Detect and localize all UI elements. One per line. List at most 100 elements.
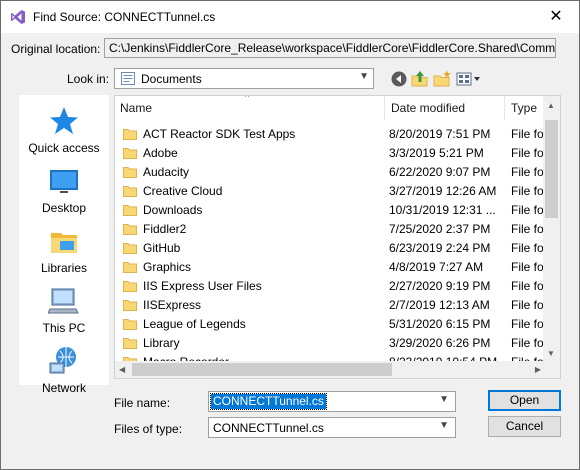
desktop-icon <box>50 170 78 193</box>
file-date-cell: 3/29/2020 6:26 PM <box>389 336 491 350</box>
file-name-cell: Library <box>143 336 180 350</box>
file-name-cell: Downloads <box>143 203 203 217</box>
vertical-scroll-thumb[interactable] <box>545 120 558 218</box>
file-type-select[interactable]: CONNECTTunnel.cs ▼ <box>208 417 456 438</box>
file-list-row[interactable]: Graphics 4/8/2019 7:27 AM File fol <box>115 258 546 277</box>
file-list-row[interactable]: Creative Cloud 3/27/2019 12:26 AM File fol <box>115 182 547 201</box>
view-menu-icon[interactable] <box>455 69 485 89</box>
file-list-row[interactable]: GitHub 6/23/2019 2:24 PM File fol <box>115 239 546 258</box>
file-type-value: CONNECTTunnel.cs <box>213 421 324 435</box>
chevron-down-icon: ▼ <box>359 71 369 82</box>
file-list-row[interactable]: IISExpress 2/7/2019 12:13 AM File fol <box>115 296 547 315</box>
folder-icon <box>123 129 137 140</box>
look-in-label: Look in: <box>67 72 110 86</box>
window-title: Find Source: CONNECTTunnel.cs <box>33 10 216 24</box>
close-icon: ✕ <box>549 8 563 25</box>
chevron-down-icon: ▼ <box>439 420 449 431</box>
look-in-dropdown[interactable]: Documents ▼ <box>114 68 374 89</box>
file-date-cell: 3/3/2019 5:21 PM <box>389 146 484 160</box>
file-list-row[interactable]: ACT Reactor SDK Test Apps 8/20/2019 7:51 … <box>115 125 546 144</box>
libraries-icon <box>51 233 77 253</box>
place-label: Quick access <box>28 141 100 155</box>
file-name-label: File name: <box>114 396 171 410</box>
file-name-input[interactable]: CONNECTTunnel.cs <box>210 393 327 410</box>
column-divider[interactable] <box>384 96 385 120</box>
file-list-row[interactable]: Audacity 6/22/2020 9:07 PM File fol <box>115 163 547 182</box>
file-type-cell: File fol <box>511 298 547 312</box>
folder-icon <box>123 262 137 273</box>
new-folder-icon[interactable] <box>432 69 452 89</box>
file-name-cell: ACT Reactor SDK Test Apps <box>143 127 296 141</box>
chevron-down-icon[interactable]: ▼ <box>439 394 449 405</box>
folder-icon <box>123 205 137 216</box>
file-list-row[interactable]: Adobe 3/3/2019 5:21 PM File fol <box>115 144 547 163</box>
original-location-field[interactable]: C:\Jenkins\FiddlerCore_Release\workspace… <box>104 38 556 58</box>
close-button[interactable]: ✕ <box>533 1 579 33</box>
title-bar: Find Source: CONNECTTunnel.cs ✕ <box>1 1 579 33</box>
file-date-cell: 3/27/2019 12:26 AM <box>389 184 497 198</box>
file-date-cell: 2/7/2019 12:13 AM <box>389 298 490 312</box>
place-label: Network <box>41 381 86 395</box>
scroll-down-icon[interactable]: ▼ <box>547 349 555 358</box>
file-type-cell: File fol <box>511 165 547 179</box>
column-header-date[interactable]: Date modified <box>391 96 465 120</box>
folder-icon <box>123 281 137 292</box>
folder-icon <box>123 300 137 311</box>
scroll-right-icon[interactable]: ▶ <box>535 365 541 374</box>
file-name-cell: League of Legends <box>143 317 246 331</box>
horizontal-scroll-thumb[interactable] <box>132 363 392 376</box>
scroll-left-icon[interactable]: ◀ <box>119 365 125 374</box>
file-list[interactable]: ^ Name Date modified Type ACT Reactor SD… <box>114 95 561 379</box>
file-name-cell: Audacity <box>143 165 190 179</box>
file-type-cell: File fol <box>511 146 547 160</box>
file-type-cell: File fol <box>511 279 547 293</box>
file-date-cell: 10/31/2019 12:31 ... <box>389 203 496 217</box>
file-date-cell: 2/27/2020 9:19 PM <box>389 279 491 293</box>
file-date-cell: 6/22/2020 9:07 PM <box>389 165 491 179</box>
file-list-row[interactable]: Fiddler2 7/25/2020 2:37 PM File fol <box>115 220 547 239</box>
file-list-row[interactable]: Downloads 10/31/2019 12:31 ... File fol <box>115 201 546 220</box>
column-divider[interactable] <box>504 96 505 120</box>
up-folder-icon[interactable] <box>410 69 430 89</box>
file-name-combo[interactable]: CONNECTTunnel.cs ▼ <box>208 391 456 412</box>
folder-icon <box>123 167 137 178</box>
horizontal-scrollbar[interactable]: ◀ ▶ <box>115 361 545 378</box>
file-type-cell: File fol <box>511 222 547 236</box>
back-icon[interactable] <box>389 69 409 89</box>
file-list-row[interactable]: Library 3/29/2020 6:26 PM File fol <box>115 334 547 353</box>
file-type-cell: File fol <box>511 336 547 350</box>
place-desktop[interactable]: Desktop <box>19 165 109 215</box>
file-type-cell: File fol <box>511 184 547 198</box>
file-date-cell: 6/23/2019 2:24 PM <box>389 241 491 255</box>
folder-icon <box>123 148 137 159</box>
place-label: Desktop <box>41 201 87 215</box>
place-this-pc[interactable]: This PC <box>19 285 109 335</box>
find-source-dialog: Find Source: CONNECTTunnel.cs ✕ Original… <box>0 0 580 470</box>
place-label: This PC <box>42 321 86 335</box>
original-location-label: Original location: <box>11 42 101 56</box>
file-date-cell: 8/20/2019 7:51 PM <box>389 127 491 141</box>
file-list-row[interactable]: League of Legends 5/31/2020 6:15 PM File f… <box>115 315 547 334</box>
folder-icon <box>123 186 137 197</box>
folder-icon <box>123 243 137 254</box>
vertical-scrollbar[interactable]: ▲ ▼ <box>543 96 560 362</box>
place-label: Libraries <box>40 261 88 275</box>
computer-icon <box>48 288 79 314</box>
cancel-button[interactable]: Cancel <box>488 416 561 437</box>
place-network[interactable]: Network <box>19 345 109 395</box>
file-name-cell: Graphics <box>143 260 192 274</box>
network-icon <box>49 347 76 374</box>
place-libraries[interactable]: Libraries <box>19 225 109 275</box>
sort-ascending-icon: ^ <box>245 95 250 102</box>
column-header-name[interactable]: Name <box>120 96 152 120</box>
folder-icon <box>123 338 137 349</box>
file-type-cell: File fol <box>511 317 547 331</box>
open-button[interactable]: Open <box>488 390 561 411</box>
file-list-row[interactable]: IIS Express User Files 2/27/2020 9:19 PM F… <box>115 277 547 296</box>
scroll-up-icon[interactable]: ▲ <box>547 101 555 110</box>
file-name-cell: Fiddler2 <box>143 222 187 236</box>
column-header-type[interactable]: Type <box>511 96 537 120</box>
place-quick-access[interactable]: Quick access <box>19 105 109 155</box>
file-name-cell: IISExpress <box>143 298 202 312</box>
file-date-cell: 4/8/2019 7:27 AM <box>389 260 484 274</box>
